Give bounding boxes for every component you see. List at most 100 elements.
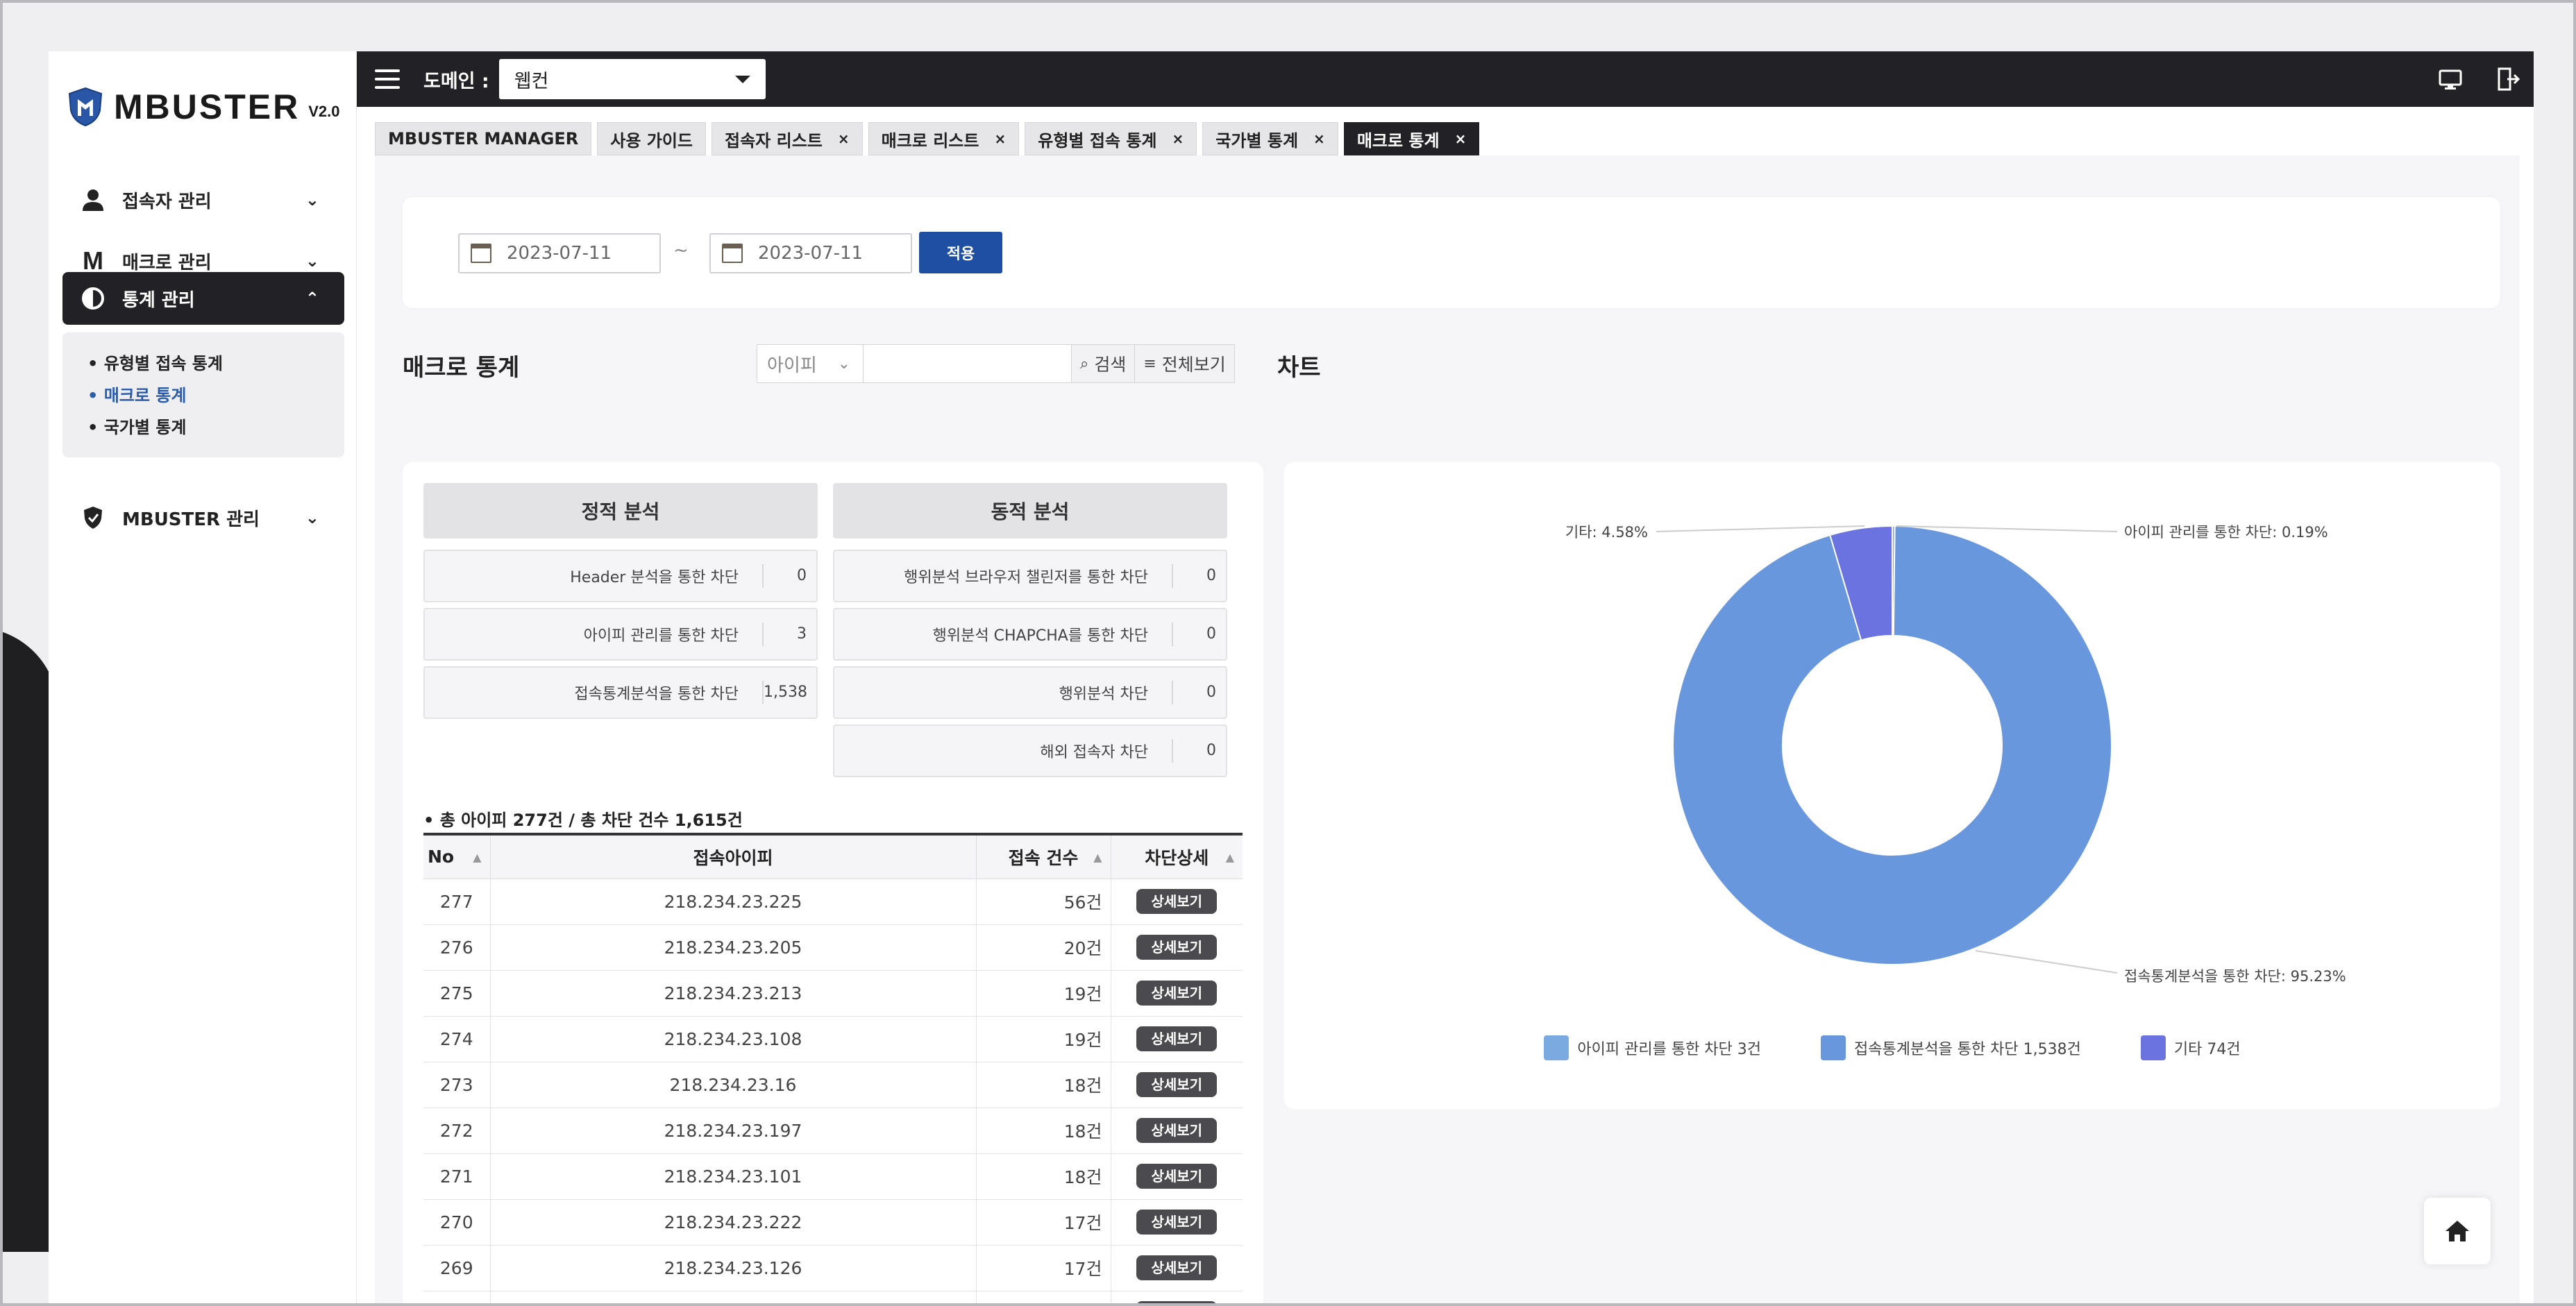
close-icon[interactable]: × [1455, 130, 1467, 147]
table-row: 274 218.234.23.108 19건 상세보기 [423, 1016, 1243, 1062]
detail-button[interactable]: 상세보기 [1136, 1164, 1218, 1189]
logo[interactable]: MBUSTER V2.0 [67, 79, 339, 135]
stat-label: 해외 접속자 차단 [1040, 744, 1148, 761]
detail-button[interactable]: 상세보기 [1136, 1118, 1218, 1143]
view-all-button[interactable]: ≡ 전체보기 [1135, 344, 1235, 383]
stat-value: 0 [762, 564, 816, 588]
tab-macro-list[interactable]: 매크로 리스트 × [868, 122, 1020, 155]
logout-icon[interactable] [2493, 65, 2521, 93]
col-header-ip[interactable]: 접속아이피 [490, 833, 977, 879]
stat-value: 0 [1172, 739, 1226, 763]
top-bar: 도메인 : 웹컨 [357, 51, 2534, 107]
col-header-label: 접속아이피 [693, 847, 773, 868]
cell-ip: 218.234.23.16 [490, 1062, 977, 1108]
detail-button[interactable]: 상세보기 [1136, 1255, 1218, 1280]
submenu-item-type-stats[interactable]: • 유형별 접속 통계 [87, 348, 344, 380]
cell-ip: 218.234.23.205 [490, 924, 977, 971]
stat-label: 접속통계분석을 통한 차단 [574, 686, 739, 703]
sidebar: MBUSTER V2.0 접속자 관리 ⌄ M 매크로 관리 ⌄ 통계 관리 ⌃… [49, 51, 357, 1303]
cell-ip: 218.234.23.222 [490, 1199, 977, 1246]
end-date-input[interactable]: 2023-07-11 [709, 233, 912, 273]
tab-macro-stats[interactable]: 매크로 통계 × [1343, 122, 1480, 155]
table-row: 270 218.234.23.222 17건 상세보기 [423, 1199, 1243, 1246]
macro-stats-title: 매크로 통계 [403, 354, 520, 382]
pie-chart-icon [79, 287, 107, 310]
cell-count: 16건 [976, 1291, 1111, 1303]
sidebar-item-statistics-management[interactable]: 통계 관리 ⌃ [62, 272, 344, 325]
close-icon[interactable]: × [838, 130, 850, 147]
sidebar-item-user-management[interactable]: 접속자 관리 ⌄ [62, 173, 344, 226]
cell-ip: 218.234.23.225 [490, 879, 977, 925]
cell-ip: 218.234.23.101 [490, 1153, 977, 1200]
dynamic-stat-row: 행위분석 CHAPCHA를 통한 차단 0 [833, 608, 1227, 661]
tab-label: 매크로 리스트 [881, 130, 979, 151]
detail-button[interactable]: 상세보기 [1136, 1210, 1218, 1235]
cell-detail: 상세보기 [1111, 1245, 1243, 1291]
detail-button[interactable]: 상세보기 [1136, 981, 1218, 1006]
legend-item[interactable]: 접속통계분석을 통한 차단 1,538건 [1821, 1035, 2081, 1060]
search-type-select[interactable]: 아이피 ⌄ [757, 344, 864, 383]
static-stat-row: 접속통계분석을 통한 차단 1,538 [423, 666, 818, 719]
submenu-item-macro-stats[interactable]: • 매크로 통계 [87, 380, 344, 412]
table-header-row: No ▲ 접속아이피 접속 건수 ▲ 차단상세 ▲ [423, 833, 1243, 879]
cell-ip: 218.234.23.197 [490, 1108, 977, 1154]
close-icon[interactable]: × [1172, 130, 1184, 147]
legend-swatch [1821, 1035, 1846, 1060]
table-row: 271 218.234.23.101 18건 상세보기 [423, 1153, 1243, 1200]
callout-label: 접속통계분석을 통한 차단: 95.23% [2124, 968, 2346, 985]
detail-button[interactable]: 상세보기 [1136, 935, 1218, 960]
submenu-item-country-stats[interactable]: • 국가별 통계 [87, 412, 344, 443]
cell-detail: 상세보기 [1111, 1153, 1243, 1200]
legend-item[interactable]: 기타 74건 [2140, 1035, 2241, 1060]
cell-ip: 218.234.23.237 [490, 1291, 977, 1303]
top-icons [2436, 65, 2521, 93]
detail-button[interactable]: 상세보기 [1136, 1026, 1218, 1051]
home-button[interactable] [2424, 1198, 2491, 1264]
domain-select-value: 웹컨 [514, 70, 549, 92]
date-separator: ~ [673, 240, 689, 261]
detail-button[interactable]: 상세보기 [1136, 889, 1218, 914]
search-input[interactable] [864, 344, 1072, 383]
date-filter-panel: 2023-07-11 ~ 2023-07-11 적용 [403, 197, 2500, 308]
tab-type-stats[interactable]: 유형별 접속 통계 × [1025, 122, 1197, 155]
legend-item[interactable]: 아이피 관리를 통한 차단 3건 [1544, 1035, 1761, 1060]
search-button[interactable]: ⌕ 검색 [1072, 344, 1136, 383]
m-letter-icon: M [83, 246, 103, 275]
caret-down-icon [734, 76, 750, 83]
col-header-count[interactable]: 접속 건수 ▲ [976, 833, 1111, 879]
col-header-label: 차단상세 [1145, 847, 1209, 868]
chevron-down-icon: ⌄ [305, 251, 319, 271]
close-icon[interactable]: × [994, 130, 1006, 147]
calendar-icon [722, 244, 743, 263]
app-container: MBUSTER V2.0 접속자 관리 ⌄ M 매크로 관리 ⌄ 통계 관리 ⌃… [49, 51, 2534, 1303]
detail-button[interactable]: 상세보기 [1136, 1072, 1218, 1097]
tab-visitor-list[interactable]: 접속자 리스트 × [712, 122, 863, 155]
col-header-no[interactable]: No ▲ [423, 833, 491, 879]
tab-country-stats[interactable]: 국가별 통계 × [1202, 122, 1338, 155]
list-icon: ≡ [1143, 355, 1156, 373]
tab-user-guide[interactable]: 사용 가이드 [597, 122, 707, 155]
cell-detail: 상세보기 [1111, 879, 1243, 925]
apply-button[interactable]: 적용 [919, 232, 1002, 273]
domain-select[interactable]: 웹컨 [498, 59, 766, 99]
cell-count: 20건 [976, 924, 1111, 971]
tab-label: 매크로 통계 [1356, 130, 1440, 151]
col-header-detail[interactable]: 차단상세 ▲ [1111, 833, 1243, 879]
detail-button[interactable]: 상세보기 [1136, 1301, 1218, 1303]
close-icon[interactable]: × [1313, 130, 1325, 147]
monitor-icon[interactable] [2436, 65, 2464, 93]
tab-label: MBUSTER MANAGER [388, 129, 579, 149]
chevron-down-icon: ⌄ [305, 190, 319, 210]
hamburger-menu-icon[interactable] [375, 69, 400, 89]
search-icon: ⌕ [1080, 355, 1089, 373]
legend-swatch [1544, 1035, 1569, 1060]
logo-text: MBUSTER [114, 87, 301, 126]
tab-label: 접속자 리스트 [725, 130, 823, 151]
table-row: 273 218.234.23.16 18건 상세보기 [423, 1062, 1243, 1108]
cell-count: 19건 [976, 970, 1111, 1017]
ip-table: No ▲ 접속아이피 접속 건수 ▲ 차단상세 ▲ 277 218.234.23.225… [423, 833, 1243, 1303]
sidebar-item-mbuster-management[interactable]: MBUSTER 관리 ⌄ [62, 491, 344, 544]
start-date-input[interactable]: 2023-07-11 [458, 233, 661, 273]
tab-mbuster-manager[interactable]: MBUSTER MANAGER [375, 122, 592, 155]
tab-label: 국가별 통계 [1215, 130, 1299, 151]
